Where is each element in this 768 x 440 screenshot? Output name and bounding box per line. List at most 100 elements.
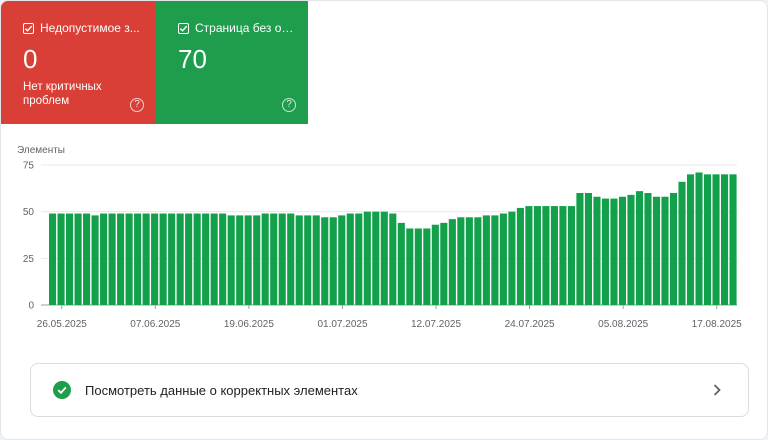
bar bbox=[49, 213, 57, 305]
y-tick-label: 50 bbox=[23, 207, 35, 218]
bar bbox=[100, 213, 108, 305]
bar bbox=[312, 215, 320, 305]
bar bbox=[457, 217, 465, 305]
x-tick-label: 26.05.2025 bbox=[37, 319, 87, 330]
bar bbox=[593, 196, 601, 305]
bar bbox=[380, 211, 388, 305]
bar bbox=[397, 222, 405, 305]
bar bbox=[176, 213, 184, 305]
bar bbox=[168, 213, 176, 305]
bar bbox=[661, 196, 669, 305]
bar bbox=[125, 213, 133, 305]
checkbox-icon[interactable] bbox=[23, 22, 34, 34]
bar bbox=[108, 213, 116, 305]
bar bbox=[678, 181, 686, 305]
bar bbox=[601, 198, 610, 305]
x-tick-label: 19.06.2025 bbox=[224, 319, 274, 330]
valid-items-card-title: Страница без ош... bbox=[195, 21, 295, 35]
bar bbox=[117, 213, 125, 305]
bar bbox=[287, 213, 295, 305]
bar bbox=[355, 213, 363, 305]
bar bbox=[720, 174, 729, 305]
view-valid-items-label: Посмотреть данные о корректных элементах bbox=[85, 382, 358, 398]
checkbox-icon[interactable] bbox=[178, 22, 189, 34]
y-tick-label: 0 bbox=[28, 301, 34, 312]
y-tick-label: 25 bbox=[23, 254, 35, 265]
chevron-right-icon bbox=[713, 384, 721, 396]
bar bbox=[508, 211, 516, 305]
bar bbox=[134, 213, 142, 305]
bar bbox=[423, 228, 431, 305]
help-icon[interactable]: ? bbox=[130, 98, 144, 112]
x-tick-label: 12.07.2025 bbox=[411, 319, 461, 330]
bar bbox=[635, 191, 644, 305]
bar bbox=[261, 213, 269, 305]
check-circle-icon bbox=[53, 381, 71, 399]
bar bbox=[440, 222, 448, 305]
bar bbox=[295, 215, 303, 305]
bar bbox=[550, 206, 558, 305]
bar bbox=[321, 217, 329, 305]
help-icon[interactable]: ? bbox=[282, 98, 296, 112]
bar bbox=[516, 207, 524, 305]
bar bbox=[474, 217, 482, 305]
bar bbox=[193, 213, 201, 305]
invalid-items-card-header: Недопустимое з... bbox=[23, 21, 156, 35]
invalid-items-card[interactable]: Недопустимое з... 0 Нет критичных пробле… bbox=[1, 1, 156, 124]
x-tick-label: 07.06.2025 bbox=[130, 319, 180, 330]
bar bbox=[627, 194, 635, 305]
bar bbox=[185, 213, 193, 305]
bar bbox=[151, 213, 159, 305]
bar bbox=[363, 211, 371, 305]
bar bbox=[74, 213, 82, 305]
bar bbox=[346, 213, 354, 305]
invalid-items-card-title: Недопустимое з... bbox=[40, 21, 140, 35]
bar bbox=[270, 213, 278, 305]
bar bbox=[499, 213, 507, 305]
bar bbox=[669, 193, 678, 305]
bar bbox=[712, 174, 720, 305]
bar bbox=[610, 198, 618, 305]
valid-items-card[interactable]: Страница без ош... 70 ? bbox=[156, 1, 308, 124]
bar bbox=[329, 217, 337, 305]
bar bbox=[66, 213, 74, 305]
valid-items-count: 70 bbox=[178, 44, 207, 74]
bar bbox=[236, 215, 244, 305]
chart-canvas: Элементы 0 25 50 75 26.05.2025 07.06.2025 19.06… bbox=[17, 145, 742, 330]
bar bbox=[491, 215, 499, 305]
bar bbox=[618, 196, 627, 305]
bar bbox=[414, 228, 422, 305]
bar bbox=[304, 215, 312, 305]
bar bbox=[448, 219, 456, 305]
bar bbox=[542, 206, 550, 305]
report-panel: Недопустимое з... 0 Нет критичных пробле… bbox=[0, 0, 768, 440]
items-bar-chart: Элементы 0 25 50 75 26.05.2025 07.06.2025 19.06… bbox=[1, 141, 767, 341]
bar bbox=[431, 224, 439, 305]
bar bbox=[91, 215, 99, 305]
bar bbox=[559, 206, 567, 305]
invalid-items-count: 0 bbox=[23, 44, 38, 74]
bar bbox=[695, 172, 703, 305]
bar bbox=[525, 206, 533, 305]
bar bbox=[533, 206, 541, 305]
bar bbox=[465, 217, 473, 305]
bar bbox=[584, 193, 592, 305]
bar bbox=[202, 213, 210, 305]
x-tick-label: 17.08.2025 bbox=[692, 319, 742, 330]
bar bbox=[338, 215, 346, 305]
bar bbox=[244, 215, 252, 305]
bar bbox=[372, 211, 380, 305]
y-axis-label: Элементы bbox=[17, 145, 65, 156]
bar bbox=[406, 228, 414, 305]
invalid-items-subtitle: Нет критичных проблем bbox=[23, 81, 102, 107]
x-tick-label: 05.08.2025 bbox=[598, 319, 648, 330]
bar bbox=[703, 174, 712, 305]
x-tick-label: 01.07.2025 bbox=[317, 319, 367, 330]
bar bbox=[729, 174, 737, 305]
bar bbox=[576, 193, 584, 305]
bar bbox=[278, 213, 286, 305]
view-valid-items-link[interactable]: Посмотреть данные о корректных элементах bbox=[30, 363, 749, 417]
bar bbox=[210, 213, 218, 305]
bar bbox=[686, 174, 695, 305]
bar bbox=[83, 213, 91, 305]
